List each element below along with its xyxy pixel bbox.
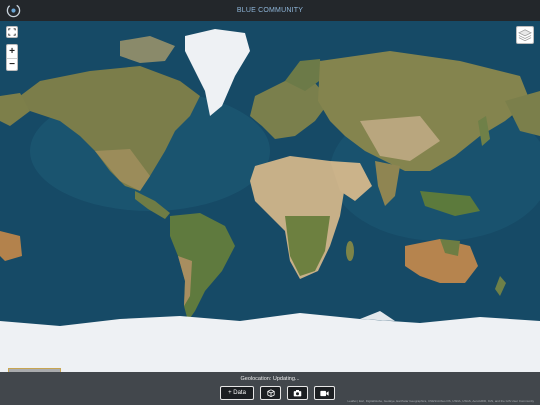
zoom-control: + − (6, 44, 18, 71)
add-data-button[interactable]: + Data (220, 386, 254, 400)
top-bar: BLUE COMMUNITY (0, 0, 540, 21)
bottom-bar: Geolocation: Updating... + Data Leaflet … (0, 372, 540, 405)
logo-icon[interactable] (6, 3, 21, 18)
toolbar: + Data (220, 386, 335, 400)
zoom-out-button[interactable]: − (7, 57, 17, 72)
fullscreen-button[interactable] (6, 26, 18, 38)
camera-button[interactable] (287, 386, 308, 400)
map-canvas[interactable] (0, 21, 540, 372)
video-icon (320, 390, 329, 396)
layers-icon (518, 29, 532, 42)
zoom-in-button[interactable]: + (7, 45, 17, 58)
map-attribution[interactable]: Leaflet | Esri, DigitalGlobe, GeoEye, Ea… (347, 399, 534, 403)
geolocation-status: Geolocation: Updating... (240, 376, 300, 382)
fullscreen-icon (8, 28, 16, 36)
cube-icon (266, 389, 275, 397)
camera-icon (293, 390, 302, 397)
cube-button[interactable] (260, 386, 281, 400)
app-title: BLUE COMMUNITY (236, 7, 304, 14)
layers-button[interactable] (516, 26, 534, 44)
video-button[interactable] (314, 386, 335, 400)
